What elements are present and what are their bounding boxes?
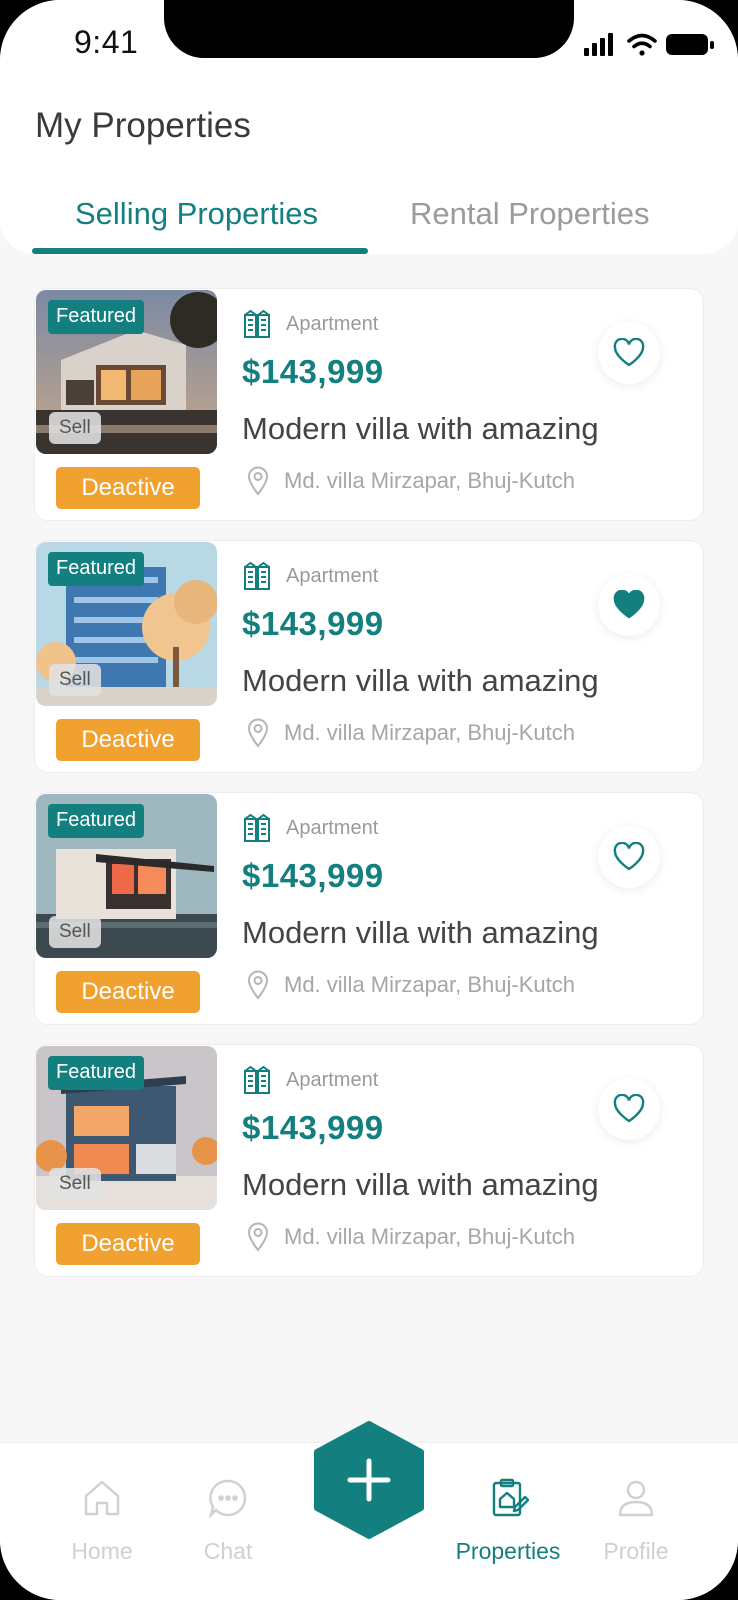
wifi-icon <box>627 33 657 56</box>
property-title[interactable]: Modern villa with amazing <box>242 663 599 699</box>
featured-badge: Featured <box>48 804 145 838</box>
property-title[interactable]: Modern villa with amazing <box>242 915 599 951</box>
nav-label-profile: Profile <box>603 1538 669 1564</box>
property-price: $143,999 <box>242 605 384 642</box>
property-location: Md. villa Mirzapar, Bhuj-Kutch <box>247 1222 575 1252</box>
featured-badge: Featured <box>48 552 145 586</box>
favorite-button[interactable] <box>598 1078 660 1140</box>
sell-badge: Sell <box>49 664 101 696</box>
featured-badge: Featured <box>48 1056 145 1090</box>
property-location-label: Md. villa Mirzapar, Bhuj-Kutch <box>284 720 575 745</box>
property-location-label: Md. villa Mirzapar, Bhuj-Kutch <box>284 468 575 493</box>
heart-filled-icon <box>613 590 645 619</box>
featured-badge: Featured <box>48 300 145 334</box>
location-pin-icon <box>247 466 269 496</box>
property-type-label: Apartment <box>286 816 379 839</box>
favorite-button[interactable] <box>598 322 660 384</box>
building-icon <box>244 309 270 338</box>
property-image[interactable]: Featured Sell <box>36 794 217 958</box>
battery-icon <box>666 34 714 55</box>
favorite-button[interactable] <box>598 826 660 888</box>
status-time: 9:41 <box>74 24 139 60</box>
home-icon <box>84 1480 120 1516</box>
property-type-label: Apartment <box>286 564 379 587</box>
property-location-label: Md. villa Mirzapar, Bhuj-Kutch <box>284 972 575 997</box>
property-type-label: Apartment <box>286 312 379 335</box>
profile-icon <box>618 1480 654 1517</box>
heart-outline-icon <box>613 842 645 871</box>
property-price: $143,999 <box>242 857 384 894</box>
building-icon <box>244 813 270 842</box>
property-image[interactable]: Featured Sell <box>36 1046 217 1210</box>
property-location: Md. villa Mirzapar, Bhuj-Kutch <box>247 718 575 748</box>
property-image[interactable]: Featured Sell <box>36 290 217 454</box>
add-property-button[interactable] <box>313 1421 425 1539</box>
property-list: Featured Sell Deactive Apartment $143,99… <box>34 288 704 1296</box>
property-type-label: Apartment <box>286 1068 379 1091</box>
page-title: My Properties <box>35 106 251 145</box>
properties-icon <box>492 1478 530 1517</box>
location-pin-icon <box>247 718 269 748</box>
nav-item-home[interactable]: Home <box>42 1477 162 1565</box>
tab-bar: Selling Properties Rental Properties <box>0 190 738 254</box>
status-icons <box>584 33 714 56</box>
location-pin-icon <box>247 1222 269 1252</box>
property-price: $143,999 <box>242 1109 384 1146</box>
nav-label-chat: Chat <box>203 1538 253 1564</box>
sell-badge: Sell <box>49 412 101 444</box>
phone-screen: 9:41 My Properties Selling Properties Re… <box>0 0 738 1600</box>
deactive-button[interactable]: Deactive <box>56 467 200 509</box>
property-title[interactable]: Modern villa with amazing <box>242 1167 599 1203</box>
property-type: Apartment <box>242 309 378 339</box>
nav-label-home: Home <box>71 1538 133 1564</box>
property-title[interactable]: Modern villa with amazing <box>242 411 599 447</box>
property-type: Apartment <box>242 813 378 843</box>
property-location: Md. villa Mirzapar, Bhuj-Kutch <box>247 970 575 1000</box>
deactive-button[interactable]: Deactive <box>56 719 200 761</box>
sell-badge: Sell <box>49 916 101 948</box>
property-card[interactable]: Featured Sell Deactive Apartment $143,99… <box>34 288 704 521</box>
nav-label-properties: Properties <box>455 1538 561 1564</box>
tab-selling-properties[interactable]: Selling Properties <box>75 196 318 232</box>
signal-icon <box>584 33 613 56</box>
heart-outline-icon <box>613 338 645 367</box>
property-card[interactable]: Featured Sell Deactive Apartment $143,99… <box>34 1044 704 1277</box>
property-card[interactable]: Featured Sell Deactive Apartment $143,99… <box>34 540 704 773</box>
chat-icon <box>208 1479 247 1519</box>
building-icon <box>244 1065 270 1094</box>
property-image[interactable]: Featured Sell <box>36 542 217 706</box>
nav-item-properties[interactable]: Properties <box>448 1477 568 1565</box>
property-location-label: Md. villa Mirzapar, Bhuj-Kutch <box>284 1224 575 1249</box>
deactive-button[interactable]: Deactive <box>56 1223 200 1265</box>
heart-outline-icon <box>613 1094 645 1123</box>
property-card[interactable]: Featured Sell Deactive Apartment $143,99… <box>34 792 704 1025</box>
nav-item-profile[interactable]: Profile <box>576 1477 696 1565</box>
tab-active-indicator <box>32 248 368 254</box>
favorite-button[interactable] <box>598 574 660 636</box>
deactive-button[interactable]: Deactive <box>56 971 200 1013</box>
location-pin-icon <box>247 970 269 1000</box>
property-location: Md. villa Mirzapar, Bhuj-Kutch <box>247 466 575 496</box>
sell-badge: Sell <box>49 1168 101 1200</box>
property-type: Apartment <box>242 561 378 591</box>
building-icon <box>244 561 270 590</box>
header: 9:41 My Properties Selling Properties Re… <box>0 0 738 254</box>
notch <box>164 0 574 58</box>
tab-rental-properties[interactable]: Rental Properties <box>410 196 650 232</box>
nav-item-chat[interactable]: Chat <box>168 1477 288 1565</box>
property-type: Apartment <box>242 1065 378 1095</box>
property-price: $143,999 <box>242 353 384 390</box>
